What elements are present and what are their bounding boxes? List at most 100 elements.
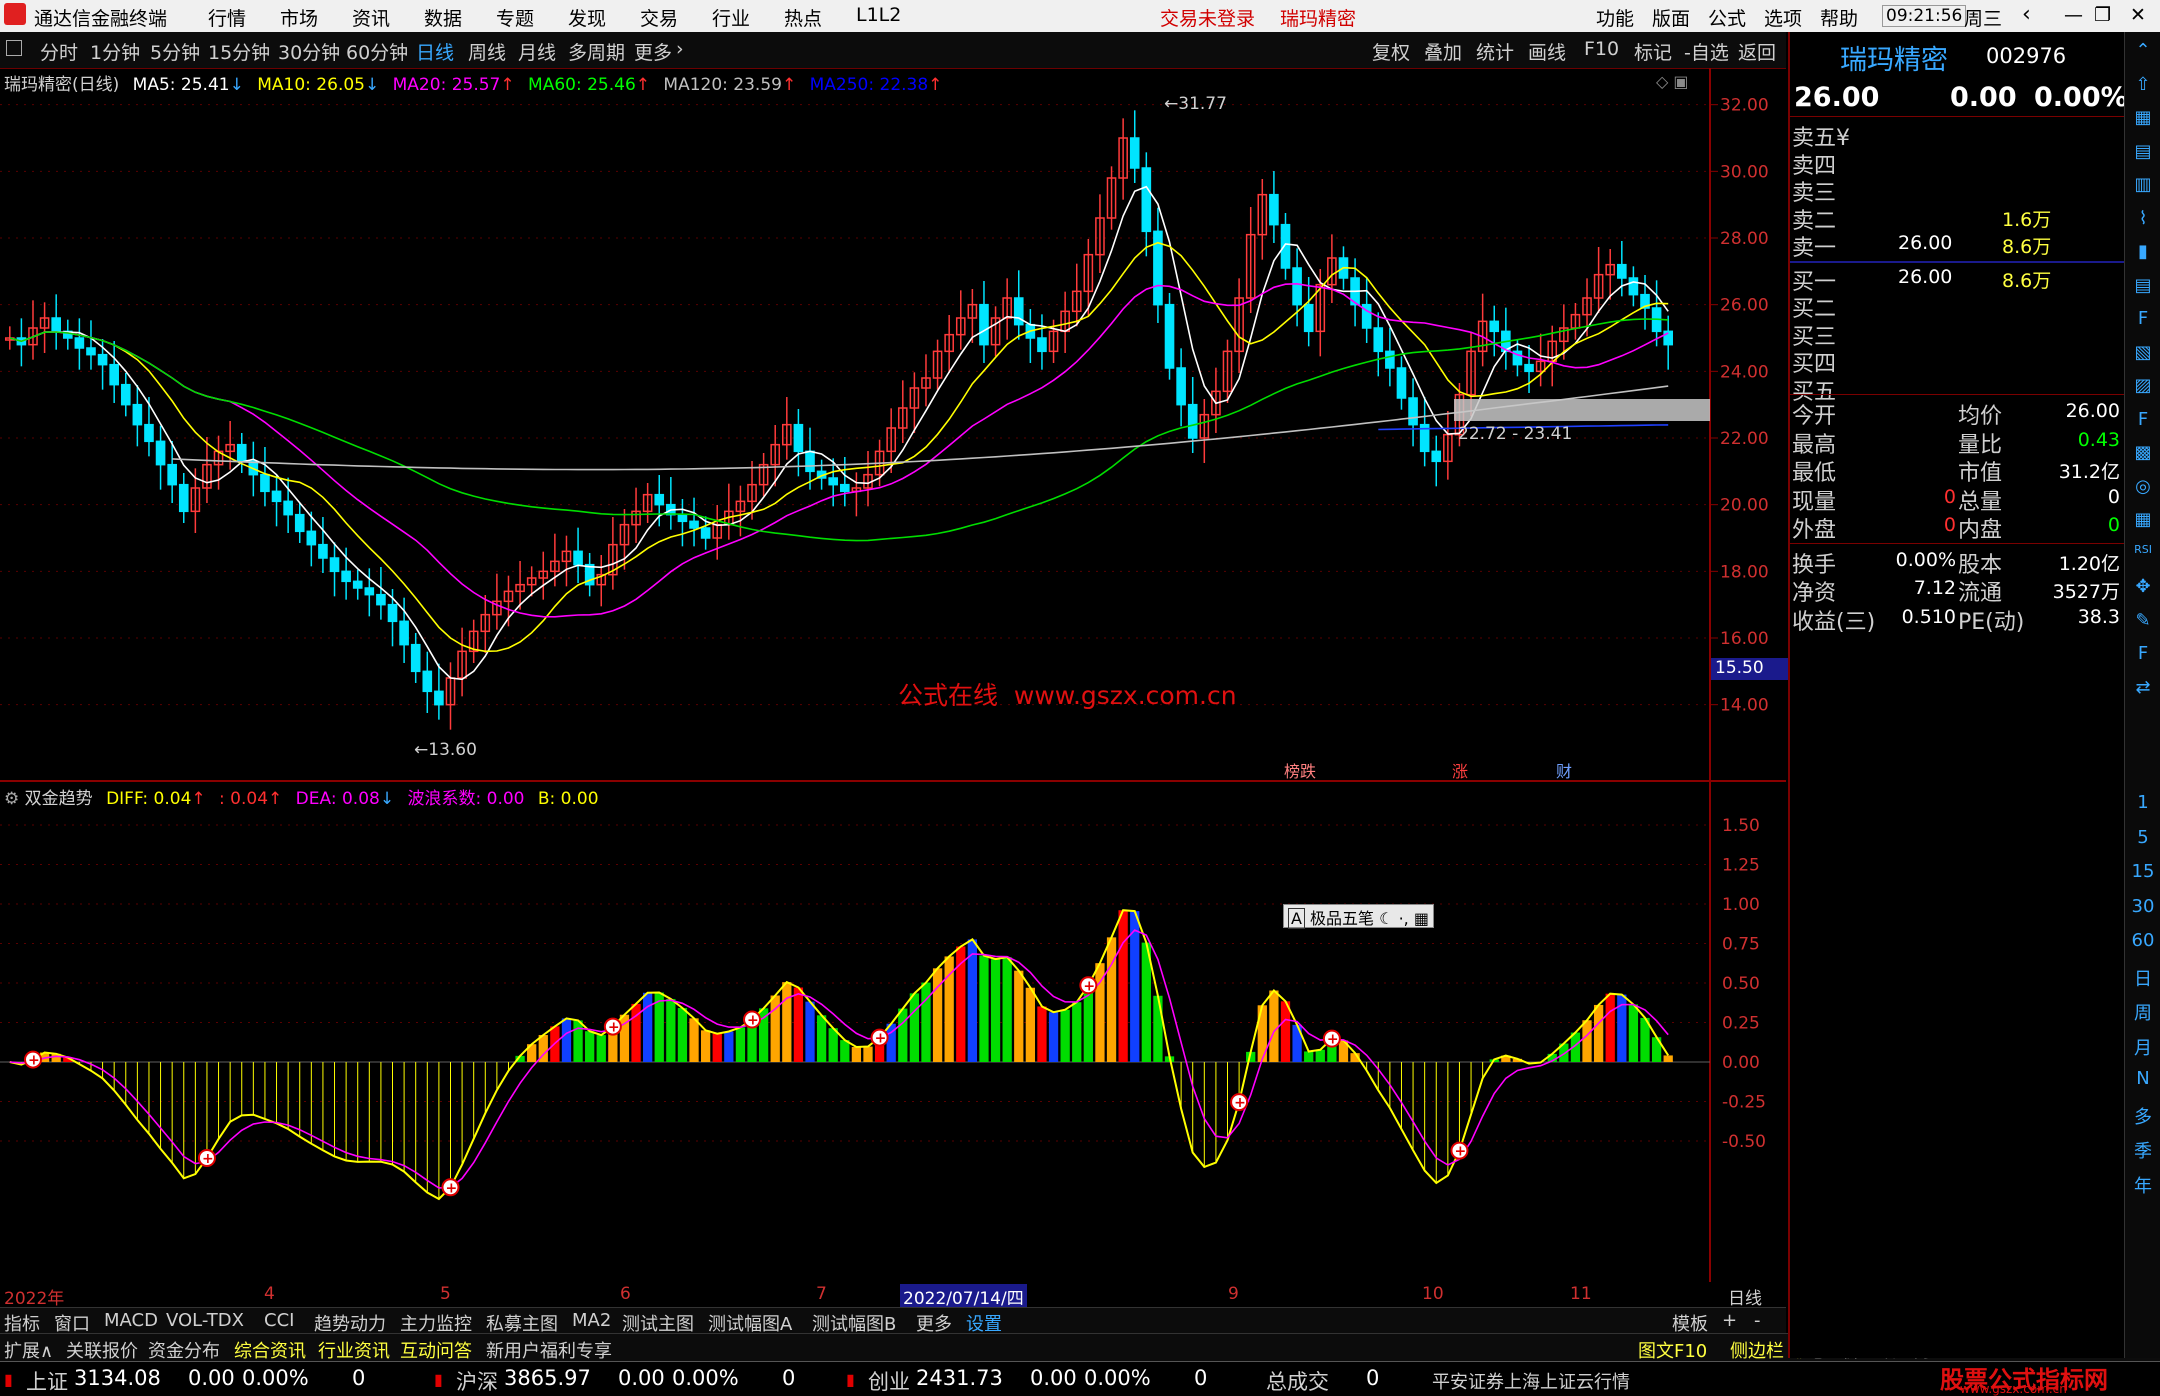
menu-item-zixun[interactable]: 资讯 [352, 4, 390, 31]
ime-a-icon[interactable]: A [1288, 908, 1305, 929]
info-tab-3[interactable]: 综合资讯 [234, 1337, 306, 1363]
indicator-tab-8[interactable]: MA2 [572, 1310, 611, 1331]
sidebar-period-2[interactable]: 15 [2129, 861, 2157, 882]
menu-item-zhuanti[interactable]: 专题 [496, 4, 534, 31]
btn-zixuan[interactable]: -自选 [1684, 38, 1729, 65]
sidebar-period-7[interactable]: 月 [2129, 1034, 2157, 1060]
period-1min[interactable]: 1分钟 [90, 38, 140, 65]
period-60min[interactable]: 60分钟 [346, 38, 408, 65]
sidebar-tool-icon-6[interactable]: ▮ [2129, 241, 2157, 262]
info-tab-6[interactable]: 新用户福利专享 [486, 1337, 612, 1363]
sidebar-tool-icon-12[interactable]: ▩ [2129, 442, 2157, 463]
close-icon[interactable]: ✕ [2130, 4, 2146, 26]
period-multi[interactable]: 多周期 [568, 38, 625, 65]
period-weekly[interactable]: 周线 [468, 38, 506, 65]
chevron-right-icon[interactable]: › [676, 38, 684, 60]
indicator-tab-2[interactable]: MACD [104, 1310, 158, 1331]
sidebar-tool-icon-15[interactable]: RSI [2129, 543, 2157, 556]
info-tab-4[interactable]: 行业资讯 [318, 1337, 390, 1363]
sidebar-tool-icon-13[interactable]: ◎ [2129, 476, 2157, 497]
btn-biaoji[interactable]: 标记 [1634, 38, 1672, 65]
period-daily[interactable]: 日线 [416, 38, 454, 65]
indicator-tab-4[interactable]: CCI [264, 1310, 294, 1331]
btn-tongji[interactable]: 统计 [1476, 38, 1514, 65]
menu-item-shuju[interactable]: 数据 [424, 4, 462, 31]
period-monthly[interactable]: 月线 [518, 38, 556, 65]
maximize-icon[interactable]: ❐ [2094, 4, 2111, 26]
sidebar-period-8[interactable]: N [2129, 1068, 2157, 1089]
indicator-settings-icon[interactable]: ⚙ [4, 789, 19, 809]
info-tab-5[interactable]: 互动问答 [400, 1337, 472, 1363]
indicator-tab-3[interactable]: VOL-TDX [166, 1310, 244, 1331]
menu-item-shichang[interactable]: 市场 [280, 4, 318, 31]
info-tab-1[interactable]: 关联报价 [66, 1337, 138, 1363]
menu-item-jiaoyi[interactable]: 交易 [640, 4, 678, 31]
sidebar-tool-icon-2[interactable]: ▦ [2129, 107, 2157, 128]
period-15min[interactable]: 15分钟 [208, 38, 270, 65]
indicator-tick-label: -0.50 [1722, 1132, 1766, 1152]
menu-item-faxian[interactable]: 发现 [568, 4, 606, 31]
sidebar-tool-icon-14[interactable]: ▦ [2129, 509, 2157, 530]
sidebar-period-10[interactable]: 季 [2129, 1137, 2157, 1163]
event-tag-cai[interactable]: 财 [1556, 758, 1572, 782]
ime-popup[interactable]: A 极品五笔 ☾ ·, ▦ [1283, 904, 1434, 929]
ime-moon-icon[interactable]: ☾ ·, ▦ [1379, 909, 1429, 928]
period-more[interactable]: 更多 [634, 38, 672, 65]
menu-item-xuanxiang[interactable]: 选项 [1764, 4, 1802, 31]
indicator-svg[interactable]: 1.50 1.25 1.00 0.75 0.50 0.25 0.00 -0.25 -0.50 +… [0, 782, 1786, 1292]
sidebar-tool-icon-16[interactable]: ✥ [2129, 576, 2157, 597]
menu-item-hangqing[interactable]: 行情 [208, 4, 246, 31]
sidebar-tool-icon-8[interactable]: F [2129, 308, 2157, 329]
menu-item-l1l2[interactable]: L1L2 [856, 4, 901, 26]
minimize-icon[interactable]: — [2064, 4, 2083, 26]
sidebar-tool-icon-18[interactable]: F [2129, 643, 2157, 664]
info-tab-2[interactable]: 资金分布 [148, 1337, 220, 1363]
add-tab-button[interactable]: + [1722, 1310, 1737, 1331]
sidebar-tool-icon-19[interactable]: ⇄ [2129, 677, 2157, 698]
sidebar-period-9[interactable]: 多 [2129, 1103, 2157, 1129]
sidebar-period-3[interactable]: 30 [2129, 896, 2157, 917]
menu-item-gongneng[interactable]: 功能 [1596, 4, 1634, 31]
info-right-0[interactable]: 图文F10 [1638, 1337, 1707, 1363]
back-arrow-icon[interactable]: ‹ [2022, 2, 2031, 27]
panel-toggle-icon[interactable] [6, 40, 22, 56]
sidebar-tool-icon-11[interactable]: F [2129, 409, 2157, 430]
info-tab-0[interactable]: 扩展∧ [4, 1337, 53, 1363]
main-kline-chart[interactable]: 32.00 30.00 28.00 26.00 24.00 22.00 20.00 18.00… [0, 68, 1789, 782]
index-icon-0: ▮ [4, 1370, 13, 1389]
btn-f10[interactable]: F10 [1584, 38, 1619, 60]
indicator-chart[interactable]: 1.50 1.25 1.00 0.75 0.50 0.25 0.00 -0.25 -0.50 +… [0, 782, 1786, 1309]
sidebar-tool-icon-3[interactable]: ▤ [2129, 141, 2157, 162]
sidebar-tool-icon-9[interactable]: ▧ [2129, 342, 2157, 363]
login-status[interactable]: 交易未登录 [1160, 4, 1255, 31]
remove-tab-button[interactable]: - [1754, 1310, 1761, 1331]
menu-item-banmian[interactable]: 版面 [1652, 4, 1690, 31]
sidebar-tool-icon-4[interactable]: ▥ [2129, 174, 2157, 195]
sidebar-tool-icon-7[interactable]: ▤ [2129, 275, 2157, 296]
sidebar-tool-icon-17[interactable]: ✎ [2129, 610, 2157, 631]
period-5min[interactable]: 5分钟 [150, 38, 200, 65]
sidebar-period-5[interactable]: 日 [2129, 965, 2157, 991]
menu-item-bangzhu[interactable]: 帮助 [1820, 4, 1858, 31]
btn-huaxian[interactable]: 画线 [1528, 38, 1566, 65]
sidebar-period-4[interactable]: 60 [2129, 930, 2157, 951]
sidebar-period-0[interactable]: 1 [2129, 792, 2157, 813]
event-tag-bangdie[interactable]: 榜跌 [1284, 758, 1316, 782]
sidebar-period-11[interactable]: 年 [2129, 1172, 2157, 1198]
btn-diejia[interactable]: 叠加 [1424, 38, 1462, 65]
sidebar-period-6[interactable]: 周 [2129, 999, 2157, 1025]
chart-settings-icon[interactable]: ◇ ▣ [1656, 72, 1689, 91]
sidebar-period-1[interactable]: 5 [2129, 827, 2157, 848]
btn-fanhui[interactable]: 返回 [1738, 38, 1776, 65]
period-fenshi[interactable]: 分时 [40, 38, 78, 65]
sidebar-tool-icon-5[interactable]: ⌇ [2129, 208, 2157, 229]
event-tag-zhang[interactable]: 涨 [1452, 758, 1468, 782]
period-30min[interactable]: 30分钟 [278, 38, 340, 65]
sidebar-tool-icon-10[interactable]: ▨ [2129, 375, 2157, 396]
menu-item-hangye[interactable]: 行业 [712, 4, 750, 31]
menu-item-redian[interactable]: 热点 [784, 4, 822, 31]
sidebar-tool-icon-0[interactable]: ⌃ [2129, 40, 2157, 61]
menu-item-gongshi[interactable]: 公式 [1708, 4, 1746, 31]
btn-fuquan[interactable]: 复权 [1372, 38, 1410, 65]
sidebar-tool-icon-1[interactable]: ⇧ [2129, 74, 2157, 95]
